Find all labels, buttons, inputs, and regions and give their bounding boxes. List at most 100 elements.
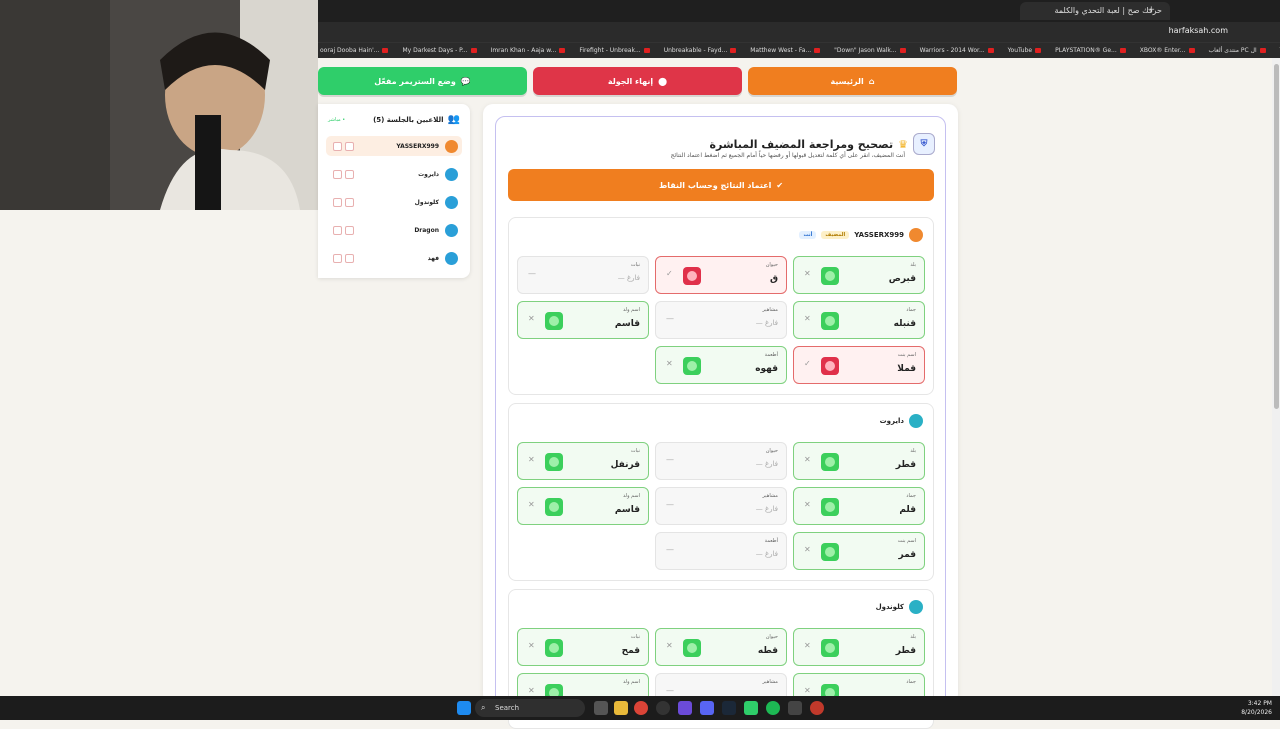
- bookmark-item[interactable]: YouTube: [1008, 47, 1041, 54]
- reject-icon[interactable]: ✕: [528, 314, 535, 323]
- reject-icon[interactable]: ✕: [804, 455, 811, 464]
- answer-cell[interactable]: مشاهير— فارغ—: [655, 301, 787, 339]
- accept-toggle-icon[interactable]: [821, 453, 839, 471]
- spotify-icon[interactable]: [766, 701, 780, 715]
- player-row[interactable]: Dragon: [326, 220, 462, 240]
- taskbar-search[interactable]: ⌕ Search: [475, 699, 585, 717]
- answer-cell[interactable]: اسم بنتقمر✕: [793, 532, 925, 570]
- accept-toggle-icon[interactable]: [545, 453, 563, 471]
- bookmark-item[interactable]: Unbreakable - Fayd...: [664, 47, 737, 54]
- reject-toggle-icon[interactable]: [683, 267, 701, 285]
- player-row[interactable]: فهد: [326, 248, 462, 268]
- answer-cell[interactable]: اسم بنتقملا✓: [793, 346, 925, 384]
- bookmark-item[interactable]: Firefight - Unbreak...: [579, 47, 649, 54]
- accept-icon[interactable]: ✓: [804, 359, 811, 368]
- answer-cell[interactable]: حيوان— فارغ—: [655, 442, 787, 480]
- player-star-button[interactable]: [345, 226, 354, 235]
- answer-cell[interactable]: اسم ولدقاسم✕: [517, 301, 649, 339]
- accept-toggle-icon[interactable]: [545, 498, 563, 516]
- end-round-button[interactable]: ⬤إنهاء الجولة: [533, 67, 742, 95]
- answer-cell[interactable]: أطعمة— فارغ—: [655, 532, 787, 570]
- player-edit-button[interactable]: [333, 254, 342, 263]
- home-button[interactable]: ⌂الرئيسية: [748, 67, 957, 95]
- section-header: دايروت: [880, 414, 923, 428]
- live-indicator: • مباشر: [328, 117, 345, 123]
- bookmark-item[interactable]: Imran Khan - Aaja w...: [491, 47, 566, 54]
- accept-toggle-icon[interactable]: [545, 312, 563, 330]
- accept-toggle-icon[interactable]: [545, 639, 563, 657]
- reject-icon[interactable]: ✕: [666, 641, 673, 650]
- reject-icon[interactable]: ✕: [804, 641, 811, 650]
- answer-cell[interactable]: اسم ولدقاسم✕: [517, 487, 649, 525]
- answer-cell[interactable]: حيوانقطه✕: [655, 628, 787, 666]
- player-star-button[interactable]: [345, 254, 354, 263]
- answer-cell[interactable]: جمادقلم✕: [793, 487, 925, 525]
- reject-icon[interactable]: ✕: [804, 269, 811, 278]
- accept-toggle-icon[interactable]: [683, 639, 701, 657]
- app-icon[interactable]: [678, 701, 692, 715]
- new-tab-icon[interactable]: +: [1147, 5, 1155, 15]
- reject-icon[interactable]: ✕: [804, 545, 811, 554]
- answer-cell[interactable]: حيوانق✓: [655, 256, 787, 294]
- bookmark-item[interactable]: My Darkest Days - P...: [402, 47, 476, 54]
- task-view-icon[interactable]: [594, 701, 608, 715]
- reject-icon[interactable]: ✕: [804, 500, 811, 509]
- answer-cell[interactable]: نباتقمح✕: [517, 628, 649, 666]
- reject-icon[interactable]: ✕: [528, 686, 535, 695]
- approve-results-button[interactable]: ✔ اعتماد النتائج وحساب النقاط: [508, 169, 934, 201]
- accept-toggle-icon[interactable]: [821, 639, 839, 657]
- obs-icon[interactable]: [656, 701, 670, 715]
- player-edit-button[interactable]: [333, 170, 342, 179]
- answer-cell[interactable]: بلدقطر✕: [793, 442, 925, 480]
- terminal-icon[interactable]: [788, 701, 802, 715]
- answer-cell[interactable]: جمادقنبله✕: [793, 301, 925, 339]
- accept-toggle-icon[interactable]: [821, 543, 839, 561]
- taskbar-clock[interactable]: 3:42 PM 8/20/2026: [1241, 699, 1272, 717]
- player-edit-button[interactable]: [333, 198, 342, 207]
- reject-icon[interactable]: ✕: [528, 641, 535, 650]
- player-edit-button[interactable]: [333, 142, 342, 151]
- app-icon-red[interactable]: [810, 701, 824, 715]
- home-label: الرئيسية: [831, 77, 864, 86]
- answer-cell[interactable]: بلدقبرص✕: [793, 256, 925, 294]
- file-explorer-icon[interactable]: [614, 701, 628, 715]
- player-row[interactable]: دايروت: [326, 164, 462, 184]
- bookmark-item[interactable]: ooraj Dooba Hain'...: [320, 47, 388, 54]
- reject-icon[interactable]: ✕: [666, 359, 673, 368]
- accept-toggle-icon[interactable]: [683, 357, 701, 375]
- bookmark-item[interactable]: منتدى ألعاب PC ال: [1209, 47, 1266, 54]
- reject-icon[interactable]: ✕: [528, 500, 535, 509]
- discord-icon[interactable]: [700, 701, 714, 715]
- accept-icon[interactable]: ✓: [666, 269, 673, 278]
- player-name: دايروت: [354, 171, 439, 178]
- scrollbar-thumb[interactable]: [1274, 64, 1279, 409]
- reject-toggle-icon[interactable]: [821, 357, 839, 375]
- chrome-icon[interactable]: [634, 701, 648, 715]
- steam-icon[interactable]: [722, 701, 736, 715]
- player-row[interactable]: كلوندول: [326, 192, 462, 212]
- player-star-button[interactable]: [345, 170, 354, 179]
- answer-cell[interactable]: أطعمةقهوه✕: [655, 346, 787, 384]
- bookmark-item[interactable]: PLAYSTATION® Ge...: [1055, 47, 1126, 54]
- accept-toggle-icon[interactable]: [821, 267, 839, 285]
- answer-cell[interactable]: مشاهير— فارغ—: [655, 487, 787, 525]
- accept-toggle-icon[interactable]: [821, 312, 839, 330]
- reject-icon[interactable]: ✕: [804, 686, 811, 695]
- bookmark-item[interactable]: "Down" Jason Walk...: [834, 47, 905, 54]
- bookmark-item[interactable]: Warriors - 2014 Wor...: [920, 47, 994, 54]
- streamer-mode-button[interactable]: 💬وضع الستريمر مفعّل: [318, 67, 527, 95]
- answer-cell[interactable]: نبات— فارغ—: [517, 256, 649, 294]
- accept-toggle-icon[interactable]: [821, 498, 839, 516]
- reject-icon[interactable]: ✕: [528, 455, 535, 464]
- play-icon[interactable]: [744, 701, 758, 715]
- bookmark-item[interactable]: XBOX® Enter...: [1140, 47, 1195, 54]
- windows-start-icon[interactable]: [457, 701, 471, 715]
- player-star-button[interactable]: [345, 142, 354, 151]
- answer-cell[interactable]: بلدقطر✕: [793, 628, 925, 666]
- reject-icon[interactable]: ✕: [804, 314, 811, 323]
- player-edit-button[interactable]: [333, 226, 342, 235]
- bookmark-item[interactable]: Matthew West - Fa...: [750, 47, 820, 54]
- player-star-button[interactable]: [345, 198, 354, 207]
- answer-cell[interactable]: نباتقرنفل✕: [517, 442, 649, 480]
- player-row[interactable]: YASSERX999: [326, 136, 462, 156]
